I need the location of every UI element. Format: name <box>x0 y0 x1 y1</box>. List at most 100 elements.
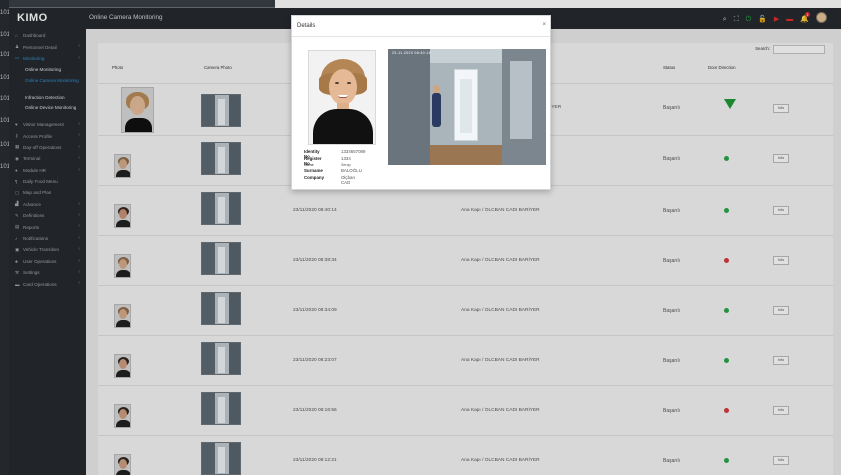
photo-body <box>116 220 130 227</box>
camera-icon[interactable]: ▶ <box>774 14 779 26</box>
modal-header: Details × <box>292 16 550 37</box>
search-input[interactable] <box>773 45 825 54</box>
camera-photo[interactable] <box>201 142 241 175</box>
table-row[interactable]: 23/11/2020 08:12:21 Ana Kapı / OLCBAN CA… <box>98 435 833 475</box>
camera-photo[interactable] <box>201 442 241 475</box>
camera-photo[interactable] <box>201 392 241 425</box>
unlock-icon[interactable]: 🔓 <box>758 14 767 26</box>
column-header-door-direction[interactable]: Door Direction <box>708 65 735 70</box>
sidebar-item-label: Online Monitoring <box>25 67 62 73</box>
sidebar-item-personnel-detail[interactable]: ♟ Personnel Detail ‹ <box>9 41 86 52</box>
person-photo[interactable] <box>114 154 131 178</box>
table-row[interactable]: 23/11/2020 08:40:14 Ana Kapı / OLCBAN CA… <box>98 185 833 232</box>
entry-time: 23/11/2020 08:38:34 <box>293 258 337 263</box>
table-row[interactable]: 23/11/2020 08:38:34 Ana Kapı / OLCBAN CA… <box>98 235 833 282</box>
chevron-left-icon: ‹ <box>78 200 80 207</box>
person-photo[interactable] <box>114 404 131 428</box>
direction-out-icon <box>724 408 729 413</box>
info-button[interactable]: Info <box>773 154 789 163</box>
info-button[interactable]: Info <box>773 406 789 415</box>
info-button[interactable]: Info <box>773 256 789 265</box>
sidebar-menu: ⌂ Dashboard ♟ Personnel Detail ‹ ▭ Monitorin… <box>9 30 86 290</box>
direction-in-icon <box>724 308 729 313</box>
entry-time: 23/11/2020 08:23:07 <box>293 358 337 363</box>
sidebar-subitem-infraction-detection[interactable]: Infraction Detection <box>9 92 86 103</box>
close-icon[interactable]: × <box>542 22 546 28</box>
info-button[interactable]: Info <box>773 206 789 215</box>
info-value: 1334 <box>341 156 351 161</box>
info-value: Olçban CAD <box>341 175 355 185</box>
sidebar-subitem-online-monitoring[interactable]: Online Monitoring <box>9 64 86 75</box>
chevron-left-icon: ‹ <box>78 234 80 241</box>
camera-wall <box>202 193 215 224</box>
camera-photo[interactable] <box>201 192 241 225</box>
sidebar-item-reports[interactable]: ▤ Reports ‹ <box>9 221 86 232</box>
sidebar-item-monitoring[interactable]: ▭ Monitoring ‹ <box>9 53 86 64</box>
sidebar-item-map-and-plan[interactable]: ▢ Map and Plan <box>9 187 86 198</box>
sidebar-item-label: User Operations <box>23 258 57 264</box>
sidebar-item-advance[interactable]: ▟ Advance ‹ <box>9 199 86 210</box>
user-avatar-button[interactable] <box>816 12 827 28</box>
sidebar-item-label: Definitions <box>23 213 45 219</box>
status-text: Başarılı <box>663 105 680 111</box>
info-button[interactable]: Info <box>773 356 789 365</box>
camera-door <box>218 397 225 423</box>
camera-photo[interactable] <box>201 242 241 275</box>
app-logo[interactable]: KIMO <box>17 12 48 24</box>
sidebar-item-card-operations[interactable]: ▬ Card Operations ‹ <box>9 278 86 289</box>
person-photo[interactable] <box>114 354 131 378</box>
sidebar-item-module-hr[interactable]: ● Module HR ‹ <box>9 165 86 176</box>
camera-wall <box>202 443 215 474</box>
direction-out-icon <box>724 258 729 263</box>
column-header-camera-photo[interactable]: Camera Photo <box>204 65 232 70</box>
home-icon: ⌂ <box>15 33 18 39</box>
photo-body <box>116 370 130 377</box>
sidebar-item-day-off-operations[interactable]: ▦ Day-off Operations ‹ <box>9 142 86 153</box>
sidebar-item-definitions[interactable]: ✎ Definitions ‹ <box>9 210 86 221</box>
search-icon[interactable]: ⌕ <box>723 14 727 26</box>
sidebar-item-terminal[interactable]: ◉ Terminal ‹ <box>9 153 86 164</box>
camera-wall <box>202 143 215 174</box>
visitor-icon: ♥ <box>15 122 18 128</box>
sidebar-item-visitor-management[interactable]: ♥ Visitor Management ‹ <box>9 119 86 130</box>
notification-icon[interactable]: 🔔 1 <box>800 12 810 26</box>
person-photo[interactable] <box>114 454 131 475</box>
pencil-icon: ✎ <box>15 212 19 218</box>
power-icon[interactable]: ⏻ <box>746 14 752 26</box>
info-button[interactable]: Info <box>773 104 789 113</box>
sidebar-subitem-online-camera-monitoring[interactable]: Online Camera Monitoring <box>9 76 86 92</box>
column-header-status[interactable]: Status <box>663 65 675 70</box>
camera-photo[interactable] <box>201 342 241 375</box>
camera-photo[interactable] <box>201 94 241 127</box>
table-row[interactable]: 23/11/2020 08:16:56 Ana Kapı / OLCBAN CA… <box>98 385 833 432</box>
screen: 101 101 101 101 101 101 101 101 KIMO ⌂ Da… <box>0 0 841 475</box>
entry-time: 23/11/2020 08:12:21 <box>293 458 337 463</box>
sidebar-subitem-online-device-monitoring[interactable]: Online Device Monitoring <box>9 103 86 119</box>
sidebar-item-vehicle-transition[interactable]: ▣ Vehicle Transition ‹ <box>9 244 86 255</box>
table-row[interactable]: 23/11/2020 08:23:07 Ana Kapı / OLCBAN CA… <box>98 335 833 382</box>
sidebar-item-settings[interactable]: ⚒ Settings ‹ <box>9 267 86 278</box>
info-value: 1334657089 <box>341 149 366 154</box>
sidebar-item-label: Visitor Management <box>23 122 64 128</box>
sidebar-item-user-operations[interactable]: ♣ User Operations ‹ <box>9 256 86 267</box>
food-icon: ¶ <box>15 179 18 185</box>
info-button[interactable]: Info <box>773 456 789 465</box>
photo-body <box>116 420 130 427</box>
person-photo[interactable] <box>114 204 131 228</box>
sidebar-item-notifications[interactable]: ♪ Notifications ‹ <box>9 233 86 244</box>
info-button[interactable]: Info <box>773 306 789 315</box>
flag-icon[interactable]: ▬ <box>786 14 793 26</box>
sidebar-item-label: Module HR <box>23 167 46 173</box>
person-photo[interactable] <box>114 304 131 328</box>
camera-photo[interactable] <box>201 292 241 325</box>
sidebar-item-access-profile[interactable]: ⚷ Access Profile ‹ <box>9 130 86 141</box>
person-photo[interactable] <box>121 87 154 133</box>
details-modal: Details × 23-11-2020 08:40:14 Identity N… <box>291 15 551 190</box>
table-row[interactable]: 23/11/2020 08:34:09 Ana Kapı / OLCBAN CA… <box>98 285 833 332</box>
expand-icon[interactable]: ⛶ <box>734 14 739 26</box>
camera-far-door-inner <box>460 79 472 133</box>
sidebar-item-dashboard[interactable]: ⌂ Dashboard <box>9 30 86 41</box>
column-header-photo[interactable]: Photo <box>112 65 123 70</box>
sidebar-item-daily-food-menu[interactable]: ¶ Daily Food Menu <box>9 176 86 187</box>
person-photo[interactable] <box>114 254 131 278</box>
